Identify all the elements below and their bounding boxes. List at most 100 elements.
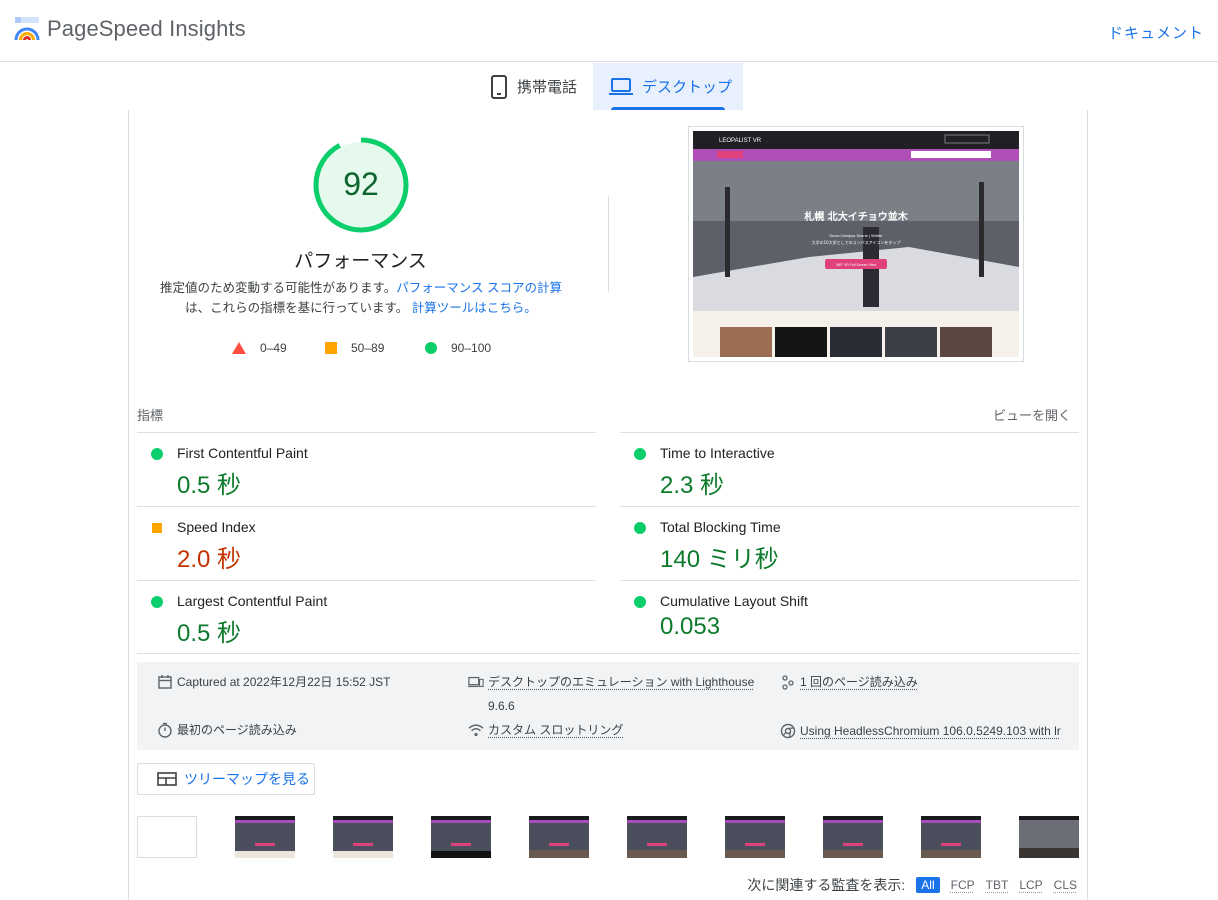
metric-value: 0.5 秒 [177, 465, 241, 500]
calendar-icon [157, 674, 173, 690]
metric-name: First Contentful Paint [177, 445, 308, 461]
filmstrip-frame [333, 816, 393, 858]
chrome-icon [780, 723, 796, 739]
filter-chip-lcp[interactable]: LCP [1019, 878, 1042, 892]
tab-mobile[interactable]: 携帯電話 [482, 63, 593, 110]
final-screenshot[interactable]: LEOPALIST VR 札幌 北大イチョウ並木 Snow Campus Sce… [688, 126, 1024, 362]
timer-icon [157, 722, 173, 738]
screenshot-hero-button: 360° VR Full Screen View [836, 263, 877, 267]
circle-green-icon [425, 342, 437, 354]
score-title: パフォーマンス [129, 246, 592, 273]
filmstrip-frame [921, 816, 981, 858]
legend-fail-label: 0–49 [260, 341, 287, 355]
legend-average: 50–89 [325, 340, 384, 356]
runtime-lighthouse-version: 9.6.6 [468, 694, 768, 718]
runtime-browser[interactable]: Using HeadlessChromium 106.0.5249.103 wi… [780, 719, 1070, 743]
average-square-icon [151, 522, 163, 534]
legend-pass: 90–100 [425, 340, 491, 356]
metrics-label: 指標 [137, 405, 163, 424]
pass-circle-icon [634, 596, 646, 608]
metric-tti: Time to Interactive 2.3 秒 [620, 432, 1079, 506]
metric-value: 2.0 秒 [177, 539, 241, 574]
pagespeed-logo-icon[interactable] [14, 16, 40, 42]
metric-value: 0.053 [660, 613, 720, 641]
view-treemap-button[interactable]: ツリーマップを見る [137, 763, 315, 795]
filmstrip-frame [431, 816, 491, 858]
filmstrip-frame [529, 816, 589, 858]
filter-chip-cls[interactable]: CLS [1054, 878, 1077, 892]
docs-link[interactable]: ドキュメント [1108, 22, 1204, 43]
filter-chip-tbt[interactable]: TBT [986, 878, 1009, 892]
section-divider [608, 196, 609, 292]
filter-chip-fcp[interactable]: FCP [951, 878, 975, 892]
metric-cls: Cumulative Layout Shift 0.053 [620, 580, 1079, 654]
triangle-red-icon [232, 342, 246, 354]
expand-view-toggle[interactable]: ビューを開く [993, 405, 1071, 424]
metric-name: Speed Index [177, 519, 256, 535]
screenshot-hero-title: 札幌 北大イチョウ並木 [803, 210, 908, 223]
runtime-emulation[interactable]: デスクトップのエミュレーション with Lighthouse 9.6.6 [468, 670, 768, 718]
wifi-icon [468, 722, 484, 738]
score-desc-text-1: 推定値のため変動する可能性があります。 [160, 281, 396, 295]
legend-fail: 0–49 [232, 340, 287, 356]
filmstrip-frame [1019, 816, 1079, 858]
audit-filter-label: 次に関連する監査を表示: [747, 875, 905, 895]
score-description: 推定値のため変動する可能性があります。パフォーマンス スコアの計算 は、これらの… [159, 278, 563, 318]
filmstrip-frame [823, 816, 883, 858]
pass-circle-icon [634, 522, 646, 534]
tab-desktop-label: デスクトップ [642, 76, 732, 97]
runtime-initial-load-text: 最初のページ読み込み [177, 718, 297, 742]
smartphone-icon [490, 75, 508, 99]
metric-name: Time to Interactive [660, 445, 775, 461]
metric-fcp: First Contentful Paint 0.5 秒 [137, 432, 596, 506]
screenshot-hero-caption: 大学の10大学としてのコンバスアイコンをタップ [812, 239, 901, 245]
filmstrip-frame [235, 816, 295, 858]
runtime-captured: Captured at 2022年12月22日 15:52 JST [157, 670, 390, 694]
runtime-emulation-text: デスクトップのエミュレーション with Lighthouse [488, 670, 754, 694]
legend-average-label: 50–89 [351, 341, 384, 355]
final-screenshot-image: LEOPALIST VR 札幌 北大イチョウ並木 Snow Campus Sce… [689, 127, 1023, 361]
runtime-page-loads[interactable]: 1 回のページ読み込み [780, 670, 918, 694]
metric-value: 0.5 秒 [177, 613, 241, 648]
legend-pass-label: 90–100 [451, 341, 491, 355]
pass-circle-icon [151, 596, 163, 608]
filmstrip-frame [137, 816, 197, 858]
runtime-browser-text: Using HeadlessChromium 106.0.5249.103 wi… [800, 719, 1061, 743]
metric-lcp: Largest Contentful Paint 0.5 秒 [137, 580, 596, 654]
audit-filter: 次に関連する監査を表示: All FCP TBT LCP CLS [747, 876, 1077, 894]
tab-desktop[interactable]: デスクトップ [593, 63, 743, 110]
page-loads-icon [780, 674, 796, 690]
app-title[interactable]: PageSpeed Insights [47, 16, 246, 42]
runtime-captured-text: Captured at 2022年12月22日 15:52 JST [177, 670, 390, 694]
laptop-icon [609, 78, 633, 96]
metric-name: Total Blocking Time [660, 519, 781, 535]
devices-icon [468, 674, 484, 690]
screenshot-site-name: LEOPALIST VR [719, 138, 762, 144]
runtime-throttling-text: カスタム スロットリング [488, 718, 623, 742]
filmstrip-frame [725, 816, 785, 858]
metric-value: 140 ミリ秒 [660, 539, 779, 574]
calculator-link[interactable]: 計算ツールはこちら。 [412, 301, 537, 315]
view-treemap-label: ツリーマップを見る [184, 769, 310, 789]
square-orange-icon [325, 342, 337, 354]
score-value: 92 [312, 166, 410, 203]
metric-name: Largest Contentful Paint [177, 593, 327, 609]
screenshot-hero-subtitle: Snow Campus Scene | Winter [829, 233, 883, 238]
tab-mobile-label: 携帯電話 [517, 76, 577, 97]
metric-value: 2.3 秒 [660, 465, 724, 500]
report-card: 92 パフォーマンス 推定値のため変動する可能性があります。パフォーマンス スコ… [128, 110, 1088, 900]
filmstrip-frame [627, 816, 687, 858]
runtime-settings: Captured at 2022年12月22日 15:52 JST デスクトップ… [137, 662, 1079, 750]
score-calc-link[interactable]: パフォーマンス スコアの計算 [396, 281, 562, 295]
metric-speed-index: Speed Index 2.0 秒 [137, 506, 596, 580]
score-desc-text-2: は、これらの指標を基に行っています。 [185, 301, 408, 315]
metrics-divider [137, 653, 1079, 654]
filmstrip [137, 816, 1079, 858]
metric-tbt: Total Blocking Time 140 ミリ秒 [620, 506, 1079, 580]
runtime-throttling[interactable]: カスタム スロットリング [468, 718, 623, 742]
pass-circle-icon [151, 448, 163, 460]
metric-name: Cumulative Layout Shift [660, 593, 808, 609]
treemap-icon [157, 771, 177, 787]
filter-chip-all[interactable]: All [916, 877, 939, 893]
runtime-initial-load: 最初のページ読み込み [157, 718, 297, 742]
